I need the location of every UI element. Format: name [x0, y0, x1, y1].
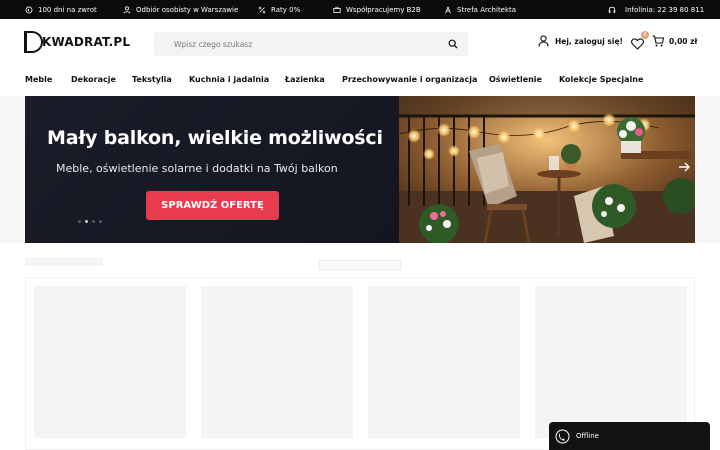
- nav-item-dekoracje[interactable]: Dekoracje: [71, 75, 116, 84]
- phone-chat-icon: [555, 429, 570, 443]
- topbar-item-pickup[interactable]: Odbiór osobisty w Warszawie: [123, 0, 238, 19]
- topbar-item-label: Raty 0%: [271, 5, 301, 14]
- favorites-count-badge: 0: [641, 31, 649, 39]
- topbar-item-label: 100 dni na zwrot: [38, 5, 97, 14]
- nav-item-lazienka[interactable]: Łazienka: [285, 75, 325, 84]
- slider-dot[interactable]: [99, 220, 102, 223]
- topbar-item-b2b[interactable]: Współpracujemy B2B: [333, 0, 421, 19]
- return-icon: [25, 6, 33, 13]
- top-info-bar: 100 dni na zwrot Odbiór osobisty w Warsz…: [0, 0, 720, 19]
- account-label: Hej, zaloguj się!: [555, 36, 623, 46]
- cart-button[interactable]: 0,00 zł: [652, 35, 697, 47]
- slider-dot[interactable]: [92, 220, 95, 223]
- hero-section: Mały balkon, wielkie możliwości Meble, o…: [0, 96, 720, 243]
- slider-dot-active[interactable]: [85, 220, 88, 223]
- favorites-button[interactable]: 0: [631, 31, 649, 50]
- chat-widget[interactable]: Offline: [549, 422, 710, 450]
- product-card-placeholder: [34, 286, 186, 438]
- logo-text: KWADRAT.PL: [42, 35, 131, 49]
- topbar-item-label: Współpracujemy B2B: [346, 5, 421, 14]
- logo[interactable]: KWADRAT.PL: [24, 30, 131, 53]
- hero-subtitle: Meble, oświetlenie solarne i dodatki na …: [56, 162, 338, 175]
- nav-item-tekstylia[interactable]: Tekstylia: [132, 75, 172, 84]
- logo-mark: [24, 30, 43, 53]
- slider-dots: [78, 220, 102, 223]
- nav-item-meble[interactable]: Meble: [25, 75, 52, 84]
- cart-icon: [652, 35, 664, 47]
- account-link[interactable]: Hej, zaloguj się!: [538, 35, 623, 47]
- slider-dot[interactable]: [78, 220, 81, 223]
- architect-icon: [445, 6, 451, 13]
- topbar-hotline[interactable]: Infolinia: 22 39 80 811: [608, 0, 704, 19]
- hero-banner[interactable]: Mały balkon, wielkie możliwości Meble, o…: [25, 96, 695, 243]
- topbar-item-label: Strefa Architekta: [457, 5, 517, 14]
- nav-item-oswietlenie[interactable]: Oświetlenie: [489, 75, 542, 84]
- hero-title: Mały balkon, wielkie możliwości: [47, 127, 383, 149]
- arrow-right-icon[interactable]: [677, 160, 691, 174]
- nav-item-przechowywanie[interactable]: Przechowywanie i organizacja: [342, 75, 477, 84]
- chat-status: Offline: [576, 432, 599, 440]
- topbar-item-architect[interactable]: Strefa Architekta: [444, 0, 516, 19]
- search-input[interactable]: [154, 39, 434, 49]
- headset-icon: [608, 6, 616, 13]
- product-card-placeholder: [368, 286, 520, 438]
- skeleton-heading: [25, 258, 103, 266]
- product-card-placeholder: [201, 286, 353, 438]
- hotline-label: Infolinia: 22 39 80 811: [625, 5, 705, 14]
- product-card-placeholder: [535, 286, 687, 438]
- b2b-icon: [333, 6, 341, 13]
- heart-icon: [631, 38, 644, 50]
- pickup-icon: [123, 5, 131, 13]
- hero-cta-button[interactable]: SPRAWDŹ OFERTĘ: [146, 191, 279, 220]
- hero-image-balcony: [399, 96, 695, 243]
- user-icon: [538, 35, 549, 47]
- percent-icon: [258, 6, 266, 13]
- topbar-item-returns[interactable]: 100 dni na zwrot: [25, 0, 97, 19]
- topbar-item-label: Odbiór osobisty w Warszawie: [136, 5, 239, 14]
- nav-item-kuchnia[interactable]: Kuchnia i jadalnia: [189, 75, 269, 84]
- nav-item-kolekcje[interactable]: Kolekcje Specjalne: [559, 75, 643, 84]
- search-icon[interactable]: [448, 39, 458, 49]
- topbar-item-installments[interactable]: Raty 0%: [258, 0, 300, 19]
- site-header: KWADRAT.PL Hej, zaloguj się! 0 0,00 zł: [0, 19, 720, 69]
- skeleton-tab: [319, 260, 401, 270]
- hero-text-panel: Mały balkon, wielkie możliwości Meble, o…: [25, 96, 399, 243]
- main-navigation: Meble Dekoracje Tekstylia Kuchnia i jada…: [0, 69, 720, 94]
- search-bar: [154, 32, 468, 56]
- cart-total: 0,00 zł: [669, 36, 698, 46]
